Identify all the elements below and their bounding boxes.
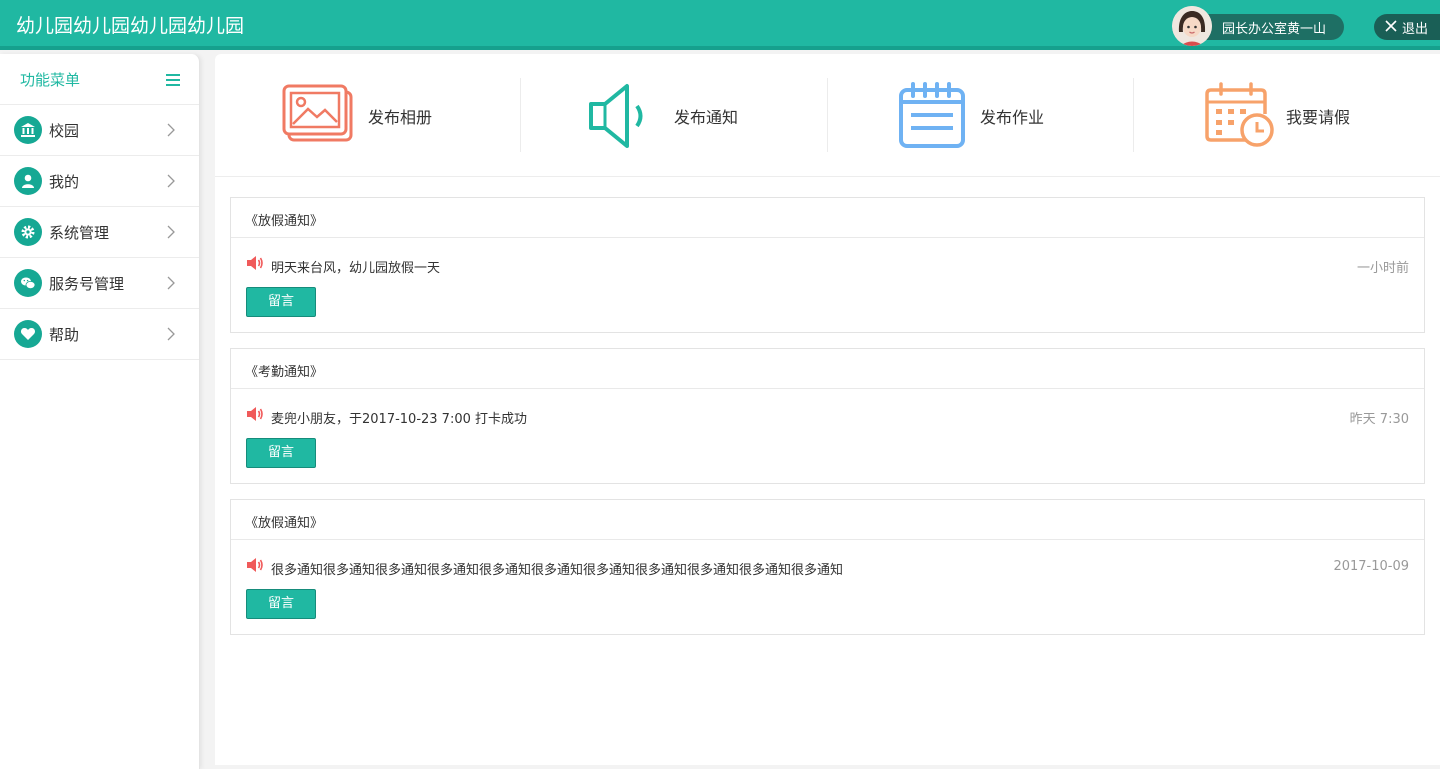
sidebar-item-campus[interactable]: 校园 bbox=[0, 105, 199, 156]
notice-time: 2017-10-09 bbox=[1333, 559, 1409, 574]
calendar-clock-icon bbox=[1205, 82, 1274, 147]
notice-title: 《放假通知》 bbox=[231, 198, 1424, 238]
speaker-icon bbox=[247, 558, 263, 572]
speaker-icon bbox=[247, 407, 263, 421]
sidebar-item-label: 系统管理 bbox=[49, 224, 110, 242]
photo-album-icon bbox=[282, 84, 353, 142]
wechat-icon bbox=[14, 269, 42, 297]
sidebar-item-service-account[interactable]: 服务号管理 bbox=[0, 258, 199, 309]
gear-icon bbox=[14, 218, 42, 246]
speaker-icon bbox=[247, 256, 263, 270]
notice-time: 一小时前 bbox=[1356, 261, 1409, 276]
reply-button[interactable]: 留言 bbox=[246, 287, 316, 317]
notice-text: 麦兜小朋友，于2017-10-23 7:00 打卡成功 bbox=[271, 412, 528, 427]
quick-action-label: 发布作业 bbox=[980, 108, 1045, 127]
sidebar-item-system[interactable]: 系统管理 bbox=[0, 207, 199, 258]
notice-title: 《考勤通知》 bbox=[231, 349, 1424, 389]
notice-card: 《放假通知》 明天来台风，幼儿园放假一天 一小时前 留言 bbox=[230, 197, 1425, 333]
notice-text: 很多通知很多通知很多通知很多通知很多通知很多通知很多通知很多通知很多通知很多通知… bbox=[271, 563, 844, 578]
reply-button[interactable]: 留言 bbox=[246, 589, 316, 619]
user-icon bbox=[14, 167, 42, 195]
quick-action-homework[interactable]: 发布作业 bbox=[827, 54, 1133, 177]
logout-label: 退出 bbox=[1402, 22, 1429, 37]
sidebar: 功能菜单 校园 我的 系统管理 服务号管理 帮助 bbox=[0, 54, 200, 769]
quick-action-label: 发布相册 bbox=[368, 108, 433, 127]
sidebar-item-help[interactable]: 帮助 bbox=[0, 309, 199, 360]
app-title: 幼儿园幼儿园幼儿园幼儿园 bbox=[16, 15, 245, 37]
main-panel: 发布相册 发布通知 发布作业 我要请假 《放假通知》 明天来台风，幼儿园放假一天… bbox=[215, 54, 1440, 765]
quick-actions: 发布相册 发布通知 发布作业 我要请假 bbox=[215, 54, 1440, 177]
sidebar-item-label: 帮助 bbox=[49, 326, 80, 344]
quick-action-label: 我要请假 bbox=[1286, 108, 1351, 127]
notice-text: 明天来台风，幼儿园放假一天 bbox=[271, 261, 441, 276]
quick-action-notice[interactable]: 发布通知 bbox=[521, 54, 827, 177]
menu-title: 功能菜单 bbox=[20, 71, 81, 89]
close-icon bbox=[1385, 20, 1397, 32]
menu-header: 功能菜单 bbox=[0, 54, 199, 105]
sidebar-item-label: 我的 bbox=[49, 173, 80, 191]
bank-icon bbox=[14, 116, 42, 144]
quick-action-album[interactable]: 发布相册 bbox=[215, 54, 521, 177]
sidebar-item-label: 服务号管理 bbox=[49, 275, 125, 293]
notice-card: 《考勤通知》 麦兜小朋友，于2017-10-23 7:00 打卡成功 昨天 7:… bbox=[230, 348, 1425, 484]
quick-action-leave[interactable]: 我要请假 bbox=[1133, 54, 1439, 177]
notice-time: 昨天 7:30 bbox=[1349, 412, 1409, 427]
reply-button[interactable]: 留言 bbox=[246, 438, 316, 468]
chevron-right-icon bbox=[167, 123, 175, 137]
sidebar-item-label: 校园 bbox=[49, 122, 80, 140]
avatar[interactable] bbox=[1172, 6, 1212, 46]
chevron-right-icon bbox=[167, 225, 175, 239]
notice-title: 《放假通知》 bbox=[231, 500, 1424, 540]
logout-button[interactable]: 退出 bbox=[1374, 14, 1440, 40]
notice-card: 《放假通知》 很多通知很多通知很多通知很多通知很多通知很多通知很多通知很多通知很… bbox=[230, 499, 1425, 635]
notepad-icon bbox=[899, 82, 965, 148]
sidebar-item-mine[interactable]: 我的 bbox=[0, 156, 199, 207]
chevron-right-icon bbox=[167, 276, 175, 290]
megaphone-icon bbox=[589, 84, 643, 148]
user-name[interactable]: 园长办公室黄一山 bbox=[1222, 18, 1326, 37]
menu-toggle-icon[interactable] bbox=[166, 74, 180, 86]
heart-icon bbox=[14, 320, 42, 348]
quick-action-label: 发布通知 bbox=[674, 108, 739, 127]
chevron-right-icon bbox=[167, 327, 175, 341]
chevron-right-icon bbox=[167, 174, 175, 188]
